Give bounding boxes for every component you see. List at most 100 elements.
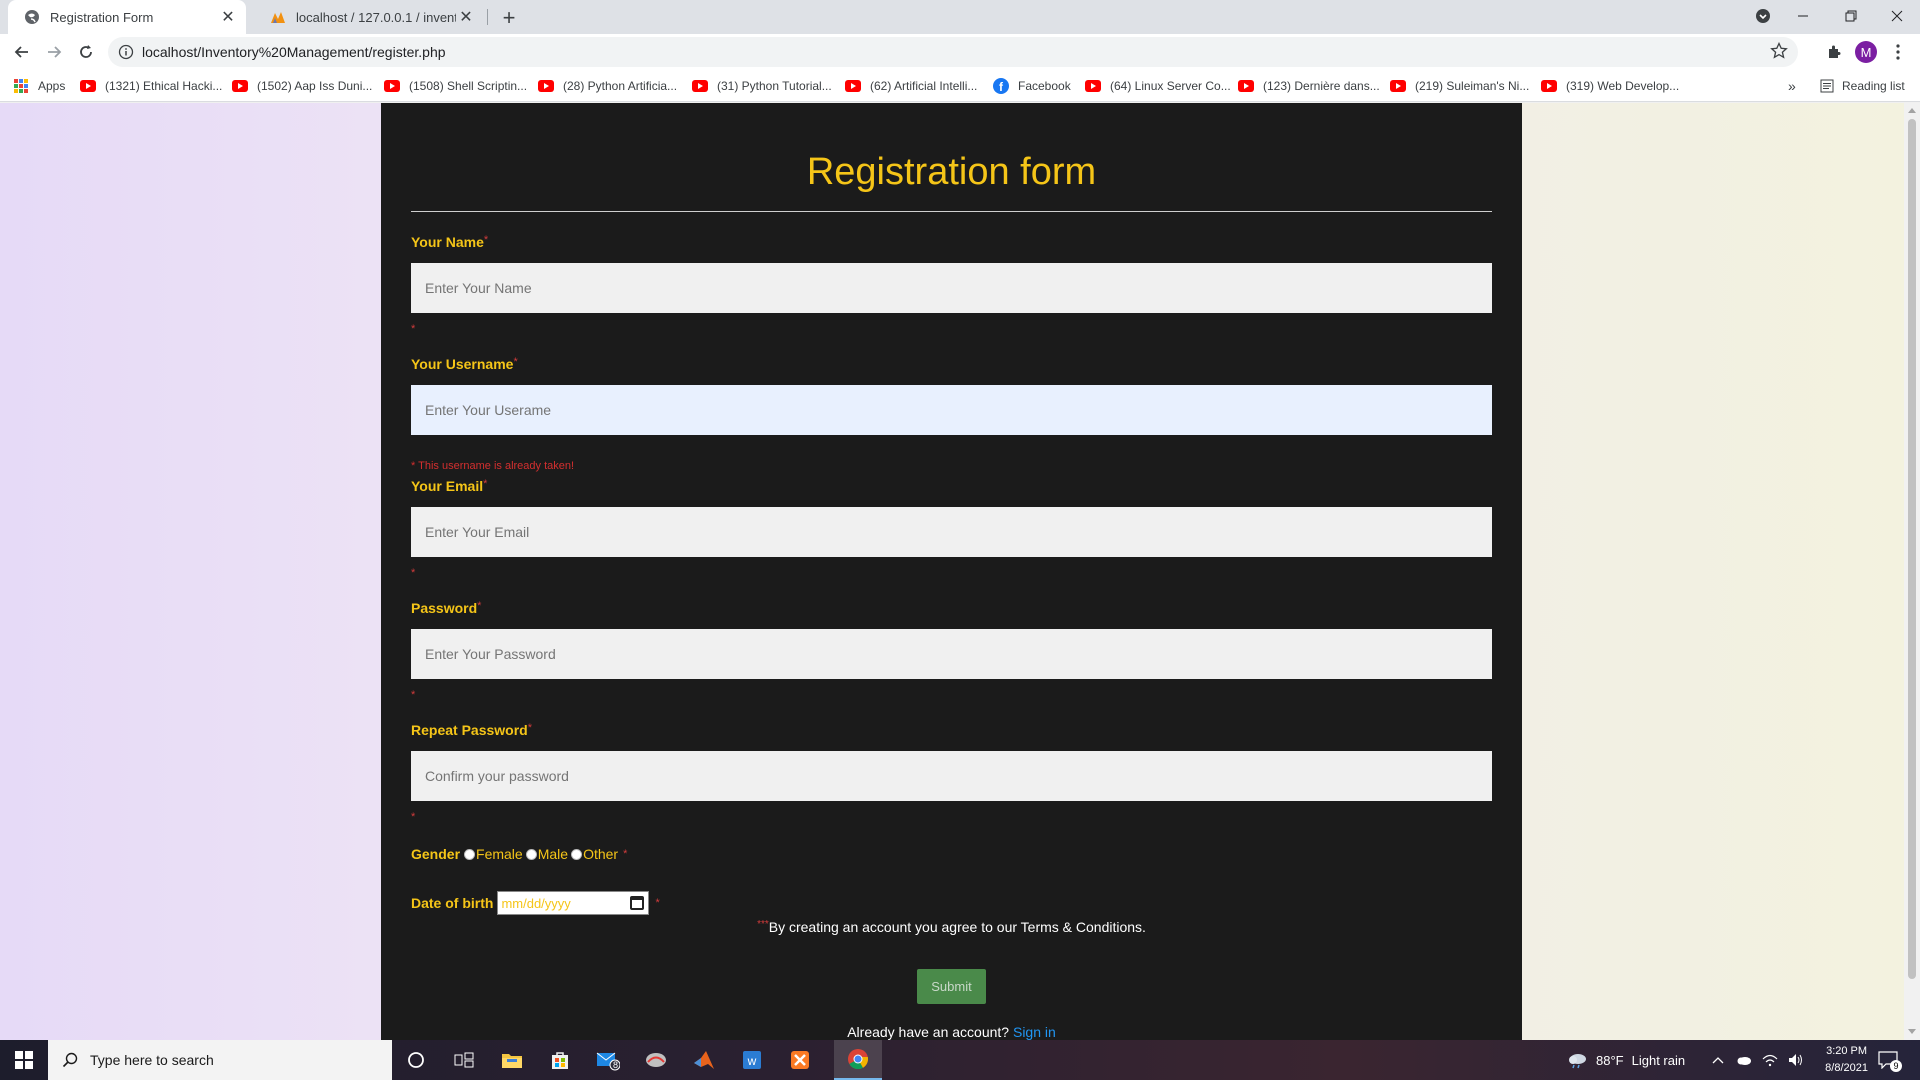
- facebook-icon: f: [993, 78, 1009, 94]
- new-tab-button[interactable]: +: [496, 5, 522, 31]
- chrome-icon[interactable]: [834, 1040, 882, 1080]
- search-icon: [62, 1052, 78, 1068]
- clock-time: 3:20 PM: [1826, 1045, 1868, 1057]
- task-view-icon[interactable]: [440, 1040, 488, 1080]
- bookmark-label: (62) Artificial Intelli...: [870, 79, 978, 93]
- bookmark-item[interactable]: (28) Python Artificia...: [538, 77, 677, 95]
- email-input[interactable]: [411, 507, 1492, 557]
- url-text: localhost/Inventory%20Management/registe…: [142, 44, 446, 60]
- radio-other[interactable]: [571, 848, 583, 860]
- close-tab-icon[interactable]: ✕: [456, 7, 476, 27]
- youtube-icon: [1390, 80, 1406, 92]
- tab-registration-form[interactable]: Registration Form ✕: [8, 0, 246, 34]
- site-info-icon[interactable]: [118, 44, 134, 65]
- bookmark-item[interactable]: (62) Artificial Intelli...: [845, 77, 977, 95]
- windows-taskbar: Type here to search 8 w 88°F Light rain: [0, 1040, 1920, 1080]
- calendar-icon[interactable]: [630, 896, 645, 910]
- reading-list-button[interactable]: Reading list: [1820, 77, 1905, 95]
- speaker-icon[interactable]: [1788, 1053, 1804, 1067]
- youtube-icon: [692, 80, 708, 92]
- bookmark-item[interactable]: (219) Suleiman's Ni...: [1390, 77, 1529, 95]
- taskbar-search[interactable]: Type here to search: [48, 1040, 392, 1080]
- taskbar-clock[interactable]: 3:20 PM 8/8/2021: [1825, 1043, 1868, 1077]
- store-icon[interactable]: [536, 1040, 584, 1080]
- bookmark-apps[interactable]: Apps: [14, 77, 65, 95]
- radio-female[interactable]: [464, 848, 476, 860]
- gender-option-female[interactable]: Female: [464, 846, 523, 862]
- mail-icon[interactable]: 8: [584, 1040, 632, 1080]
- profile-avatar[interactable]: M: [1852, 38, 1880, 66]
- back-arrow-icon[interactable]: [8, 38, 36, 66]
- phpmyadmin-icon: [270, 9, 286, 25]
- extensions-icon[interactable]: [1820, 38, 1848, 66]
- required-mark: *: [477, 600, 482, 612]
- bookmark-item[interactable]: (319) Web Develop...: [1541, 77, 1679, 95]
- windows-start-icon[interactable]: [0, 1040, 48, 1080]
- terms-text: ***By creating an account you agree to o…: [381, 919, 1522, 935]
- minimize-icon[interactable]: [1780, 0, 1826, 32]
- svg-text:w: w: [747, 1054, 757, 1068]
- more-bookmarks-chevron-icon[interactable]: »: [1788, 77, 1796, 95]
- file-explorer-icon[interactable]: [488, 1040, 536, 1080]
- vpn-app-icon[interactable]: [632, 1040, 680, 1080]
- close-window-icon[interactable]: [1874, 0, 1920, 32]
- weather-text: Light rain: [1631, 1052, 1686, 1068]
- youtube-icon: [232, 80, 248, 92]
- signin-link[interactable]: Sign in: [1013, 1024, 1056, 1040]
- title-divider: [411, 211, 1492, 212]
- scroll-up-icon[interactable]: [1908, 108, 1916, 113]
- gender-option-male[interactable]: Male: [525, 846, 569, 862]
- chevron-up-icon[interactable]: [1712, 1056, 1724, 1064]
- email-label: Your Email*: [411, 478, 487, 494]
- name-input[interactable]: [411, 263, 1492, 313]
- bookmark-item[interactable]: (1502) Aap Iss Duni...: [232, 77, 372, 95]
- scrollbar-thumb[interactable]: [1908, 119, 1916, 979]
- password-input[interactable]: [411, 629, 1492, 679]
- bookmark-item[interactable]: (1508) Shell Scriptin...: [384, 77, 527, 95]
- repeat-password-label-text: Repeat Password: [411, 722, 528, 738]
- youtube-icon: [538, 80, 554, 92]
- bookmark-item[interactable]: f Facebook: [993, 77, 1071, 95]
- scroll-down-icon[interactable]: [1908, 1029, 1916, 1034]
- reading-list-label: Reading list: [1842, 79, 1905, 93]
- youtube-icon: [1541, 80, 1557, 92]
- bookmark-item[interactable]: (31) Python Tutorial...: [692, 77, 832, 95]
- page-scrollbar[interactable]: [1904, 103, 1920, 1040]
- bookmark-item[interactable]: (123) Dernière dans...: [1238, 77, 1380, 95]
- search-placeholder: Type here to search: [90, 1052, 214, 1068]
- bookmark-item[interactable]: (1321) Ethical Hacki...: [80, 77, 222, 95]
- wifi-icon[interactable]: [1762, 1053, 1778, 1067]
- restore-icon[interactable]: [1828, 0, 1874, 32]
- reload-icon[interactable]: [72, 38, 100, 66]
- weather-widget[interactable]: 88°F Light rain: [1566, 1040, 1685, 1080]
- bookmark-star-icon[interactable]: [1770, 41, 1788, 65]
- matlab-icon[interactable]: [680, 1040, 728, 1080]
- close-tab-icon[interactable]: ✕: [218, 7, 238, 27]
- word-app-icon[interactable]: w: [728, 1040, 776, 1080]
- repeat-password-label: Repeat Password*: [411, 722, 532, 738]
- repeat-password-input[interactable]: [411, 751, 1492, 801]
- tab-phpmyadmin[interactable]: localhost / 127.0.0.1 / inventory_ ✕: [254, 0, 484, 34]
- forward-arrow-icon[interactable]: [40, 38, 68, 66]
- gender-option-label: Male: [537, 846, 569, 862]
- email-required-mark: *: [411, 567, 416, 579]
- dob-input[interactable]: mm/dd/yyyy: [497, 891, 650, 915]
- bookmark-label: (28) Python Artificia...: [563, 79, 678, 93]
- notification-center-icon[interactable]: 9: [1878, 1040, 1902, 1080]
- username-input[interactable]: [411, 385, 1492, 435]
- globe-icon: [24, 9, 40, 25]
- bookmark-item[interactable]: (64) Linux Server Co...: [1085, 77, 1231, 95]
- onedrive-icon[interactable]: [1736, 1055, 1752, 1065]
- apps-icon: [14, 79, 28, 93]
- bookmark-label: (219) Suleiman's Ni...: [1415, 79, 1530, 93]
- submit-button[interactable]: Submit: [917, 969, 986, 1004]
- cortana-icon[interactable]: [392, 1040, 440, 1080]
- browser-toolbar: localhost/Inventory%20Management/registe…: [0, 34, 1920, 70]
- xampp-icon[interactable]: [776, 1040, 824, 1080]
- menu-kebab-icon[interactable]: [1884, 38, 1912, 66]
- gender-option-other[interactable]: Other: [571, 846, 618, 862]
- page-viewport: Registration form Your Name* * Your User…: [0, 103, 1904, 1040]
- address-bar[interactable]: localhost/Inventory%20Management/registe…: [108, 37, 1798, 67]
- youtube-icon: [1085, 80, 1101, 92]
- radio-male[interactable]: [525, 848, 537, 860]
